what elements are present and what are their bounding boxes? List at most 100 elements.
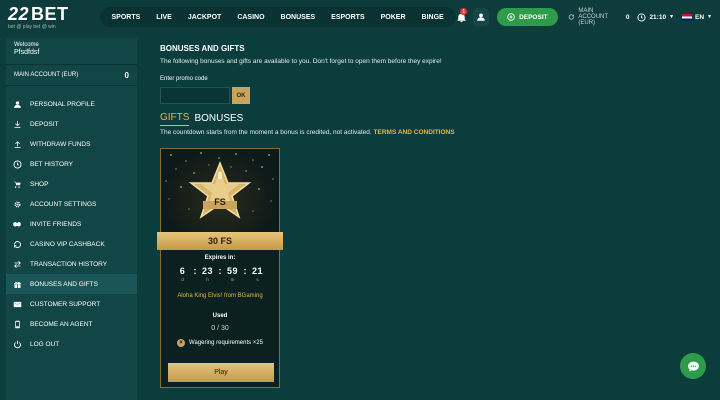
logo-bet: BET (31, 3, 69, 24)
deposit-button[interactable]: DEPOSIT (497, 8, 558, 26)
sidebar-item-label: BET HISTORY (30, 160, 73, 168)
sidebar-menu: PERSONAL PROFILE DEPOSIT WITHDRAW FUNDS … (6, 94, 137, 354)
logo-22: 22 (8, 3, 30, 24)
nav-jackpot[interactable]: JACKPOT (180, 7, 229, 27)
sidebar-item-account-settings[interactable]: ACCOUNT SETTINGS (6, 194, 137, 214)
account-sidebar: Welcome Pfsdfdsf MAIN ACCOUNT (EUR) 0 PE… (6, 38, 137, 400)
main-account-label: MAIN ACCOUNT (EUR) (578, 8, 608, 26)
nav-sports[interactable]: SPORTS (104, 7, 149, 27)
refresh-icon (568, 14, 574, 20)
sidebar-item-label: CUSTOMER SUPPORT (30, 300, 101, 308)
tab-gifts[interactable]: GIFTS (160, 112, 190, 126)
main-account-value: 0 (625, 13, 630, 21)
sidebar-item-invite-friends[interactable]: INVITE FRIENDS (6, 214, 137, 234)
expires-label: Expires in: (204, 255, 236, 261)
nav-casino[interactable]: CASINO (229, 7, 272, 27)
used-value: 0 / 30 (211, 325, 229, 332)
nav-live[interactable]: LIVE (148, 7, 180, 27)
clock-icon (12, 159, 22, 169)
plus-circle-icon (507, 13, 515, 21)
tab-bonuses[interactable]: BONUSES (194, 113, 243, 126)
power-icon (12, 339, 22, 349)
gear-icon (12, 199, 22, 209)
sidebar-item-transaction-history[interactable]: TRANSACTION HISTORY (6, 254, 137, 274)
chevron-down-icon: ▼ (669, 14, 675, 20)
cashback-icon (12, 239, 22, 249)
chevron-down-icon: ▼ (707, 14, 712, 20)
gift-icon (12, 279, 22, 289)
main-account-balance[interactable]: MAIN ACCOUNT (EUR) 0 (568, 8, 630, 26)
main-content: BONUSES AND GIFTS The following bonuses … (157, 38, 700, 400)
agent-icon (12, 319, 22, 329)
sidebar-item-shop[interactable]: SHOP (6, 174, 137, 194)
logo-tagline: bet @ play bet @ win (8, 23, 56, 30)
chat-button[interactable] (680, 353, 706, 379)
sidebar-item-label: BONUSES AND GIFTS (30, 280, 98, 288)
sidebar-item-label: INVITE FRIENDS (30, 220, 82, 228)
timer-seconds: 21 (251, 266, 263, 276)
sidebar-item-bet-history[interactable]: BET HISTORY (6, 154, 137, 174)
language-value: EN (695, 13, 705, 21)
nav-esports[interactable]: ESPORTS (323, 7, 372, 27)
welcome-label: Welcome (14, 42, 39, 48)
timer-minutes-unit: m (230, 277, 235, 282)
play-button[interactable]: Play (168, 363, 274, 382)
page-title: BONUSES AND GIFTS (160, 44, 245, 53)
main-nav: SPORTS LIVE JACKPOT CASINO BONUSES ESPOR… (99, 7, 456, 27)
clock-icon (637, 12, 646, 22)
sidebar-item-label: CASINO VIP CASHBACK (30, 240, 105, 248)
promo-ok-button[interactable]: OK (232, 87, 250, 104)
sidebar-item-label: PERSONAL PROFILE (30, 100, 95, 108)
handshake-icon (12, 219, 22, 229)
sidebar-item-casino-vip-cashback[interactable]: CASINO VIP CASHBACK (6, 234, 137, 254)
free-spins-ribbon: 30 FS (157, 232, 283, 250)
sidebar-item-customer-support[interactable]: CUSTOMER SUPPORT (6, 294, 137, 314)
sidebar-item-label: LOG OUT (30, 340, 60, 348)
promo-code-input[interactable] (160, 87, 230, 104)
nav-poker[interactable]: POKER (373, 7, 414, 27)
terms-link[interactable]: TERMS AND CONDITIONS (374, 129, 455, 136)
logo[interactable]: 22 BET bet @ play bet @ win (8, 5, 90, 30)
notifications-button[interactable]: 1 (456, 8, 468, 25)
used-label: Used (212, 313, 228, 319)
upload-icon (12, 139, 22, 149)
sidebar-item-withdraw-funds[interactable]: WITHDRAW FUNDS (6, 134, 137, 154)
wager-x-icon: × (177, 339, 185, 347)
transfer-icon (12, 259, 22, 269)
nav-binge[interactable]: BINGE (414, 7, 452, 27)
confetti-star-art (165, 152, 274, 219)
timer-separator: : (193, 266, 197, 276)
user-icon (477, 13, 485, 21)
timer-separator: : (243, 266, 247, 276)
sidebar-main-account-label: MAIN ACCOUNT (EUR) (14, 72, 79, 78)
promo-row: OK (160, 87, 700, 104)
clock: 21:10 ▼ (637, 12, 675, 22)
sidebar-item-become-an-agent[interactable]: BECOME AN AGENT (6, 314, 137, 334)
wagering-text: Wagering requirements ×25 (189, 340, 263, 346)
timer-seconds-unit: s (256, 277, 259, 282)
sidebar-item-personal-profile[interactable]: PERSONAL PROFILE (6, 94, 137, 114)
sidebar-item-log-out[interactable]: LOG OUT (6, 334, 137, 354)
page-subtitle: The following bonuses and gifts are avai… (160, 58, 442, 65)
sidebar-item-deposit[interactable]: DEPOSIT (6, 114, 137, 134)
nav-bonuses[interactable]: BONUSES (273, 7, 324, 27)
sidebar-item-label: TRANSACTION HISTORY (30, 260, 108, 268)
sidebar-item-bonuses-and-gifts[interactable]: BONUSES AND GIFTS (6, 274, 137, 294)
language-selector[interactable]: EN ▼ (682, 13, 712, 21)
profile-button[interactable] (473, 8, 490, 26)
user-icon (12, 99, 22, 109)
wagering-requirements: × Wagering requirements ×25 (161, 339, 279, 347)
countdown-note: The countdown starts from the moment a b… (160, 129, 700, 136)
sidebar-item-label: ACCOUNT SETTINGS (30, 200, 97, 208)
timer-separator: : (218, 266, 222, 276)
chat-bubble-icon (687, 361, 699, 371)
countdown-timer: 6d : 23 h : 59 m : 21 s (161, 266, 279, 282)
sidebar-item-label: DEPOSIT (30, 120, 59, 128)
timer-hours: 23 (201, 266, 213, 276)
game-name: Aloha King Elvis! from BGaming (177, 293, 263, 299)
cart-icon (12, 179, 22, 189)
timer-hours-unit: h (206, 277, 209, 282)
bonus-tabs: GIFTS BONUSES (160, 112, 700, 126)
mail-icon (12, 299, 22, 309)
uk-flag-icon (682, 13, 693, 21)
